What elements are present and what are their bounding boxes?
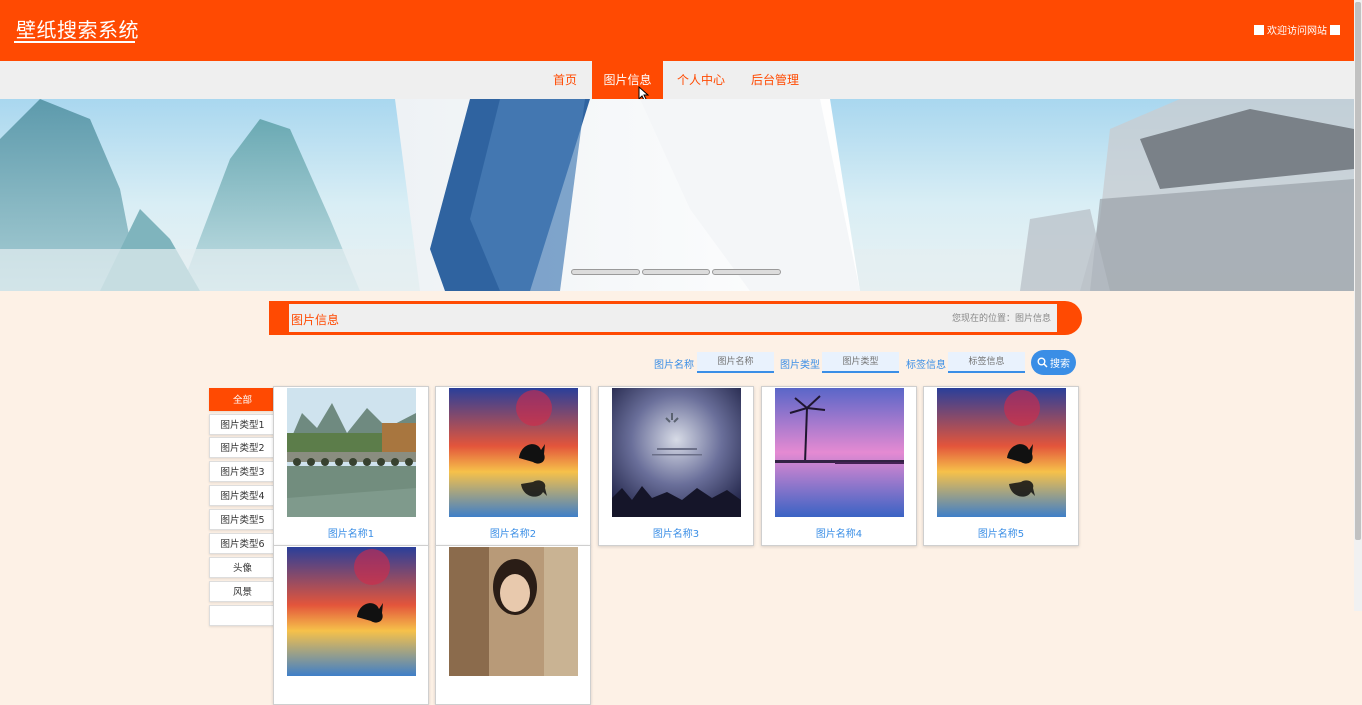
square-icon	[1330, 24, 1340, 35]
category-item-avatar[interactable]: 头像	[209, 557, 276, 578]
square-icon	[1254, 24, 1264, 35]
category-item[interactable]: 图片类型5	[209, 509, 276, 530]
image-thumbnail[interactable]	[449, 388, 578, 517]
carousel-dot[interactable]	[571, 269, 640, 275]
night-sky-image	[612, 388, 741, 517]
image-card-title[interactable]: 图片名称5	[924, 525, 1078, 540]
site-header: 壁纸搜索系统 欢迎访问网站	[0, 0, 1354, 61]
breadcrumb: 您现在的位置：图片信息	[951, 314, 1051, 324]
image-card[interactable]: 图片名称4	[761, 386, 917, 546]
category-item[interactable]: 图片类型1	[209, 414, 276, 435]
site-title[interactable]: 壁纸搜索系统	[16, 14, 139, 43]
welcome-text: 欢迎访问网站	[1267, 26, 1327, 37]
category-all[interactable]: 全部	[209, 388, 276, 411]
carousel-indicators	[571, 269, 782, 275]
name-label: 图片名称	[654, 360, 694, 371]
image-thumbnail[interactable]	[287, 547, 416, 676]
tag-search-input[interactable]	[948, 352, 1025, 373]
category-item-scenery[interactable]: 风景	[209, 581, 276, 602]
image-card[interactable]: 图片名称1	[273, 386, 429, 546]
carousel-dot[interactable]	[641, 269, 711, 275]
image-thumbnail[interactable]	[287, 388, 416, 517]
search-icon	[1037, 357, 1048, 368]
category-item[interactable]	[209, 605, 276, 626]
category-item[interactable]: 图片类型4	[209, 485, 276, 506]
image-thumbnail[interactable]	[775, 388, 904, 517]
tag-label: 标签信息	[906, 360, 946, 371]
search-button[interactable]: 搜索	[1031, 350, 1076, 375]
image-card-title[interactable]: 图片名称1	[274, 525, 428, 540]
section-header-inner	[289, 304, 1057, 332]
image-card[interactable]: 图片名称3	[598, 386, 754, 546]
image-card-title[interactable]: 图片名称2	[436, 525, 590, 540]
category-item[interactable]: 图片类型2	[209, 437, 276, 458]
palm-beach-image	[775, 388, 904, 517]
main-nav: 首页 图片信息 个人中心 后台管理	[0, 61, 1354, 102]
type-search-input[interactable]	[822, 352, 899, 373]
portrait-image	[449, 547, 578, 676]
image-card-title[interactable]: 图片名称4	[762, 525, 916, 540]
section-title: 图片信息	[291, 313, 340, 327]
nav-item-images[interactable]: 图片信息	[592, 61, 663, 99]
image-card[interactable]: 图片名称2	[435, 386, 591, 546]
image-card-title[interactable]: 图片名称3	[599, 525, 753, 540]
image-card[interactable]: 图片名称5	[923, 386, 1079, 546]
name-search-input[interactable]	[697, 352, 774, 373]
dolphin-sunset-image	[449, 388, 578, 517]
nav-item-admin[interactable]: 后台管理	[744, 61, 806, 99]
dolphin-sunset-image	[287, 547, 416, 676]
image-card[interactable]	[435, 545, 591, 705]
banner-image	[0, 99, 1354, 291]
type-label: 图片类型	[780, 360, 820, 371]
page-scrollbar-thumb[interactable]	[1355, 2, 1361, 540]
category-item[interactable]: 图片类型3	[209, 461, 276, 482]
image-thumbnail[interactable]	[449, 547, 578, 676]
nav-item-home[interactable]: 首页	[545, 61, 585, 99]
title-underline	[14, 41, 135, 43]
image-thumbnail[interactable]	[937, 388, 1066, 517]
welcome-area: 欢迎访问网站	[1254, 22, 1340, 37]
image-thumbnail[interactable]	[612, 388, 741, 517]
category-item[interactable]: 图片类型6	[209, 533, 276, 554]
banner-carousel[interactable]	[0, 99, 1354, 291]
nav-item-profile[interactable]: 个人中心	[670, 61, 732, 99]
bridge-landscape-image	[287, 388, 416, 517]
carousel-dot[interactable]	[712, 269, 782, 275]
search-button-label: 搜索	[1050, 359, 1070, 370]
dolphin-sunset-image	[937, 388, 1066, 517]
image-card[interactable]	[273, 545, 429, 705]
